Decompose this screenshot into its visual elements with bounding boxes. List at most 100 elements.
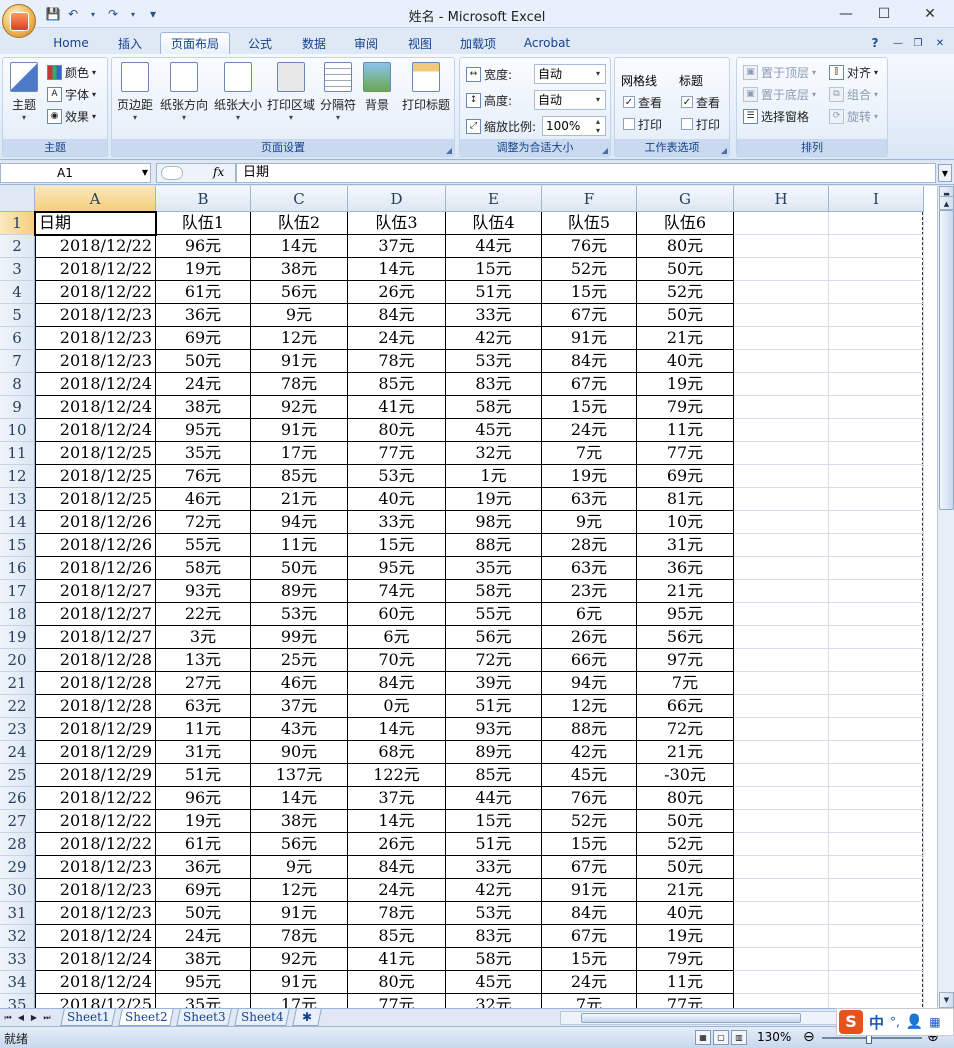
- table-cell[interactable]: 2018/12/25: [35, 442, 156, 465]
- table-cell[interactable]: 38元: [156, 948, 251, 971]
- table-cell[interactable]: 2018/12/24: [35, 396, 156, 419]
- tab-page-layout[interactable]: 页面布局: [160, 32, 230, 54]
- table-cell[interactable]: 63元: [156, 695, 251, 718]
- table-cell[interactable]: 80元: [348, 419, 446, 442]
- formula-handle-icon[interactable]: [161, 166, 183, 180]
- page-layout-view-icon[interactable]: ▢: [713, 1030, 729, 1045]
- table-cell[interactable]: 19元: [446, 488, 542, 511]
- group-objects-button[interactable]: ⧉ 组合 ▾: [829, 84, 878, 104]
- table-cell[interactable]: 94元: [251, 511, 348, 534]
- table-cell[interactable]: 43元: [251, 718, 348, 741]
- table-cell[interactable]: 14元: [348, 258, 446, 281]
- table-cell[interactable]: 2018/12/23: [35, 350, 156, 373]
- table-cell[interactable]: 36元: [637, 557, 734, 580]
- table-cell[interactable]: 2018/12/29: [35, 741, 156, 764]
- table-cell[interactable]: 40元: [637, 350, 734, 373]
- table-cell[interactable]: 2018/12/27: [35, 603, 156, 626]
- office-button[interactable]: [2, 4, 36, 38]
- table-cell[interactable]: 84元: [542, 350, 637, 373]
- prev-sheet-icon[interactable]: ◀: [15, 1011, 27, 1024]
- ime-mode[interactable]: 中: [869, 1012, 884, 1033]
- table-cell[interactable]: 31元: [637, 534, 734, 557]
- empty-cell[interactable]: [734, 557, 829, 580]
- empty-cell[interactable]: [734, 327, 829, 350]
- empty-cell[interactable]: [829, 396, 924, 419]
- table-cell[interactable]: 2018/12/26: [35, 511, 156, 534]
- table-cell[interactable]: 12元: [542, 695, 637, 718]
- empty-cell[interactable]: [829, 971, 924, 994]
- empty-cell[interactable]: [734, 672, 829, 695]
- empty-cell[interactable]: [734, 350, 829, 373]
- height-select[interactable]: 自动 ▾: [534, 90, 606, 110]
- table-cell[interactable]: 2018/12/25: [35, 465, 156, 488]
- row-header[interactable]: 25: [0, 764, 35, 787]
- row-header[interactable]: 19: [0, 626, 35, 649]
- expand-formula-bar-icon[interactable]: ▼: [938, 164, 952, 182]
- table-cell[interactable]: 24元: [542, 419, 637, 442]
- table-cell[interactable]: 21元: [637, 580, 734, 603]
- table-cell[interactable]: 14元: [348, 718, 446, 741]
- table-cell[interactable]: 89元: [446, 741, 542, 764]
- table-header-cell[interactable]: 日期: [35, 212, 156, 235]
- sheet-tab-sheet4[interactable]: Sheet4: [234, 1009, 290, 1026]
- empty-cell[interactable]: [829, 212, 924, 235]
- table-cell[interactable]: 41元: [348, 948, 446, 971]
- table-cell[interactable]: 11元: [156, 718, 251, 741]
- table-cell[interactable]: 91元: [251, 350, 348, 373]
- table-cell[interactable]: 52元: [637, 833, 734, 856]
- table-cell[interactable]: 44元: [446, 235, 542, 258]
- table-cell[interactable]: 95元: [156, 419, 251, 442]
- table-header-cell[interactable]: 队伍2: [251, 212, 348, 235]
- table-cell[interactable]: 2018/12/23: [35, 327, 156, 350]
- row-header[interactable]: 6: [0, 327, 35, 350]
- table-cell[interactable]: 40元: [637, 902, 734, 925]
- table-cell[interactable]: 80元: [348, 971, 446, 994]
- table-cell[interactable]: 56元: [446, 626, 542, 649]
- table-cell[interactable]: 2018/12/22: [35, 258, 156, 281]
- table-cell[interactable]: 92元: [251, 396, 348, 419]
- table-cell[interactable]: 2018/12/24: [35, 419, 156, 442]
- table-cell[interactable]: 52元: [542, 258, 637, 281]
- empty-cell[interactable]: [734, 741, 829, 764]
- empty-cell[interactable]: [734, 787, 829, 810]
- table-cell[interactable]: 2018/12/25: [35, 488, 156, 511]
- empty-cell[interactable]: [829, 810, 924, 833]
- row-header[interactable]: 8: [0, 373, 35, 396]
- table-cell[interactable]: 88元: [542, 718, 637, 741]
- table-cell[interactable]: 137元: [251, 764, 348, 787]
- empty-cell[interactable]: [734, 971, 829, 994]
- table-cell[interactable]: 9元: [542, 511, 637, 534]
- table-cell[interactable]: 58元: [156, 557, 251, 580]
- row-header[interactable]: 10: [0, 419, 35, 442]
- table-cell[interactable]: 14元: [348, 810, 446, 833]
- table-cell[interactable]: 36元: [156, 304, 251, 327]
- table-cell[interactable]: 11元: [251, 534, 348, 557]
- column-header-b[interactable]: B: [156, 186, 251, 212]
- table-cell[interactable]: 2018/12/28: [35, 649, 156, 672]
- tab-formulas[interactable]: 公式: [236, 32, 284, 54]
- table-cell[interactable]: 94元: [542, 672, 637, 695]
- table-cell[interactable]: 74元: [348, 580, 446, 603]
- table-cell[interactable]: 46元: [156, 488, 251, 511]
- table-cell[interactable]: 39元: [446, 672, 542, 695]
- column-header-f[interactable]: F: [542, 186, 637, 212]
- last-sheet-icon[interactable]: ⏭: [41, 1011, 53, 1024]
- table-cell[interactable]: 11元: [637, 971, 734, 994]
- table-cell[interactable]: 67元: [542, 304, 637, 327]
- empty-cell[interactable]: [734, 304, 829, 327]
- table-cell[interactable]: 24元: [156, 925, 251, 948]
- table-cell[interactable]: 2018/12/23: [35, 879, 156, 902]
- table-cell[interactable]: 40元: [348, 488, 446, 511]
- table-cell[interactable]: 96元: [156, 787, 251, 810]
- send-to-back-button[interactable]: ▣ 置于底层 ▾: [743, 84, 816, 104]
- empty-cell[interactable]: [734, 511, 829, 534]
- row-header[interactable]: 18: [0, 603, 35, 626]
- empty-cell[interactable]: [829, 718, 924, 741]
- table-cell[interactable]: 33元: [348, 511, 446, 534]
- column-header-h[interactable]: H: [734, 186, 829, 212]
- table-cell[interactable]: 25元: [251, 649, 348, 672]
- empty-cell[interactable]: [829, 235, 924, 258]
- table-cell[interactable]: 2018/12/27: [35, 626, 156, 649]
- table-cell[interactable]: 2018/12/27: [35, 580, 156, 603]
- table-cell[interactable]: 91元: [251, 902, 348, 925]
